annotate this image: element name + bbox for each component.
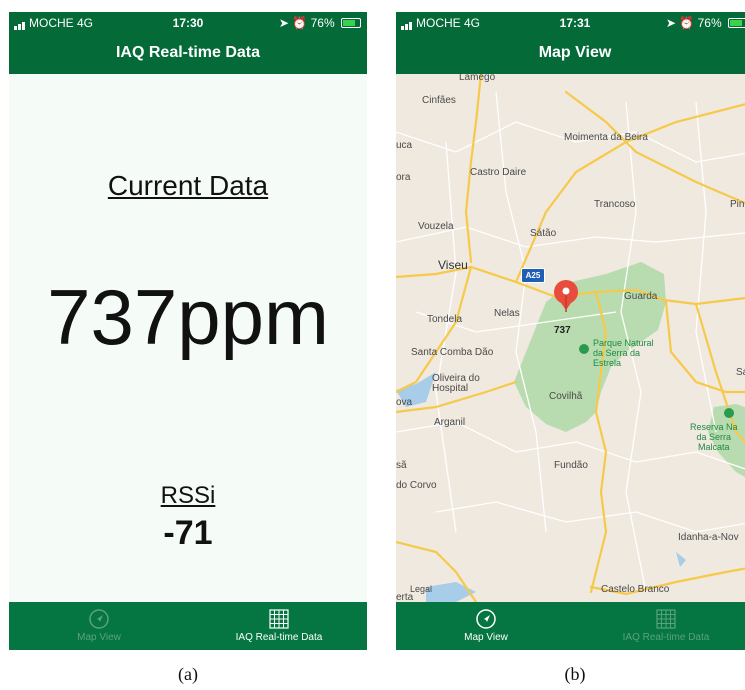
place-label: Castro Daire	[470, 167, 527, 178]
rssi-label: RSSi	[160, 482, 216, 509]
battery-percent: 76%	[310, 16, 335, 30]
place-label: sã	[396, 460, 407, 471]
tab-iaq-data[interactable]: IAQ Real-time Data	[209, 602, 349, 650]
place-label: Lamego	[459, 72, 496, 83]
co2-reading: 737ppm	[47, 273, 329, 361]
place-label: Idanha-a-Nov	[678, 532, 739, 543]
place-label: Trancoso	[594, 199, 636, 210]
phone-screen-b: MOCHE 4G 17:31 ➤ ⏰ 76% Map View Lamego C…	[396, 12, 745, 650]
status-right: ➤ ⏰ 76%	[279, 16, 361, 30]
place-label: Sátão	[530, 228, 557, 239]
alarm-icon: ⏰	[292, 16, 308, 30]
route-badge: A25	[521, 268, 545, 283]
place-label: do Corvo	[396, 480, 437, 491]
current-data-heading: Current Data	[107, 170, 269, 201]
tab-label: IAQ Real-time Data	[622, 632, 710, 643]
alarm-icon: ⏰	[679, 16, 695, 30]
place-label: Oliveira do Hospital	[432, 373, 480, 394]
park-label: Reserva Na da Serra Malcata	[690, 422, 738, 452]
battery-icon	[341, 18, 361, 28]
park-icon	[724, 408, 734, 418]
compass-icon	[476, 609, 496, 629]
place-label: Tondela	[427, 314, 463, 325]
tab-iaq-data[interactable]: IAQ Real-time Data	[596, 602, 736, 650]
place-label: Viseu	[438, 258, 468, 272]
place-label: uca	[396, 140, 413, 151]
place-label: Nelas	[494, 308, 520, 319]
phone-screen-a: MOCHE 4G 17:30 ➤ ⏰ 76% IAQ Real-time Dat…	[9, 12, 367, 650]
nav-title: IAQ Real-time Data	[9, 34, 367, 74]
tab-label: Map View	[464, 632, 508, 643]
place-label: Santa Comba Dão	[411, 347, 494, 358]
rssi-value: -71	[163, 514, 213, 552]
legal-link[interactable]: Legal	[410, 584, 432, 594]
tab-label: Map View	[77, 632, 121, 643]
place-label: Sabu	[736, 367, 745, 378]
place-label: Covilhã	[549, 391, 583, 402]
place-label: ova	[396, 397, 413, 408]
tab-bar: Map View IAQ Real-time Data	[396, 602, 745, 650]
place-label: Guarda	[624, 291, 658, 302]
caption-b: (b)	[564, 664, 586, 684]
place-label: Vouzela	[418, 221, 454, 232]
place-label: Fundão	[554, 460, 588, 471]
status-right: ➤ ⏰ 76%	[666, 16, 745, 30]
place-label: Moimenta da Beira	[564, 132, 648, 143]
tab-bar: Map View IAQ Real-time Data	[9, 602, 367, 650]
nav-title: Map View	[396, 34, 745, 74]
status-bar: MOCHE 4G 17:31 ➤ ⏰ 76%	[396, 12, 745, 34]
tab-label: IAQ Real-time Data	[235, 632, 323, 643]
tab-map-view[interactable]: Map View	[39, 602, 159, 650]
pin-value-label: 737	[554, 325, 571, 336]
map-canvas[interactable]	[396, 74, 745, 602]
caption-a: (a)	[178, 664, 198, 684]
grid-icon	[269, 609, 289, 629]
location-arrow-icon: ➤	[278, 16, 289, 30]
place-label: Cinfães	[422, 95, 456, 106]
place-label: Arganil	[434, 417, 466, 428]
status-bar: MOCHE 4G 17:30 ➤ ⏰ 76%	[9, 12, 367, 34]
battery-icon	[728, 18, 745, 28]
grid-icon	[656, 609, 676, 629]
place-label: Pin	[730, 199, 745, 210]
tab-map-view[interactable]: Map View	[426, 602, 546, 650]
compass-icon	[89, 609, 109, 629]
place-label: Castelo Branco	[601, 584, 670, 595]
location-arrow-icon: ➤	[665, 16, 676, 30]
battery-percent: 76%	[697, 16, 722, 30]
park-icon	[579, 344, 589, 354]
park-label: Parque Natural da Serra da Estrela	[593, 338, 654, 368]
place-label: ora	[396, 172, 411, 183]
